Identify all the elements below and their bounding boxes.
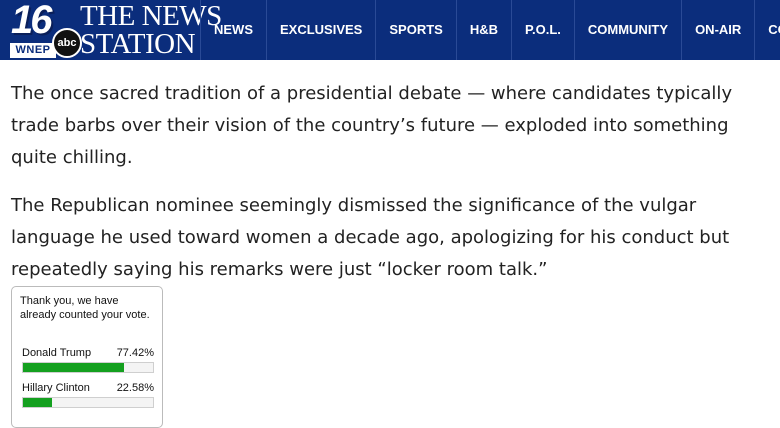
logo-name-line2: STATION (80, 28, 196, 60)
site-header: 16 WNEP abc THE NEWS STATION NEWS EXCLUS… (0, 0, 780, 60)
poll-result-fill (23, 398, 53, 407)
nav-item-sports[interactable]: SPORTS (375, 0, 455, 60)
poll-option-name: Hillary Clinton (22, 382, 90, 394)
poll-thank-you-message: Thank you, we have already counted your … (20, 295, 150, 321)
poll-result-fill (23, 363, 124, 372)
nav-item-community[interactable]: COMMUNITY (573, 0, 681, 60)
nav-item-exclusives[interactable]: EXCLUSIVES (266, 0, 375, 60)
poll-result-bar (22, 362, 154, 373)
site-logo[interactable]: 16 WNEP abc THE NEWS STATION (0, 0, 222, 60)
poll-option-clinton: Hillary Clinton 22.58% (22, 382, 154, 408)
logo-call-sign: WNEP (10, 43, 56, 58)
poll-widget: Thank you, we have already counted your … (11, 286, 163, 428)
poll-option-percent: 77.42% (116, 347, 154, 359)
poll-option-name: Donald Trump (22, 347, 92, 359)
abc-network-icon: abc (52, 28, 82, 58)
nav-item-news[interactable]: NEWS (200, 0, 266, 60)
article-paragraph: The once sacred tradition of a president… (11, 83, 733, 168)
nav-item-contests[interactable]: CONTE (754, 0, 780, 60)
nav-item-pol[interactable]: P.O.L. (511, 0, 574, 60)
poll-option-trump: Donald Trump 77.42% (22, 347, 154, 373)
nav-item-on-air[interactable]: ON-AIR (681, 0, 754, 60)
poll-result-bar (22, 397, 154, 408)
logo-channel-number: 16 (11, 0, 52, 42)
poll-option-percent: 22.58% (116, 382, 154, 394)
article-body: The once sacred tradition of a president… (11, 78, 776, 302)
article-paragraph: The Republican nominee seemingly dismiss… (11, 195, 730, 280)
nav-item-health-beauty[interactable]: H&B (455, 0, 511, 60)
main-nav: NEWS EXCLUSIVES SPORTS H&B P.O.L. COMMUN… (200, 0, 780, 60)
